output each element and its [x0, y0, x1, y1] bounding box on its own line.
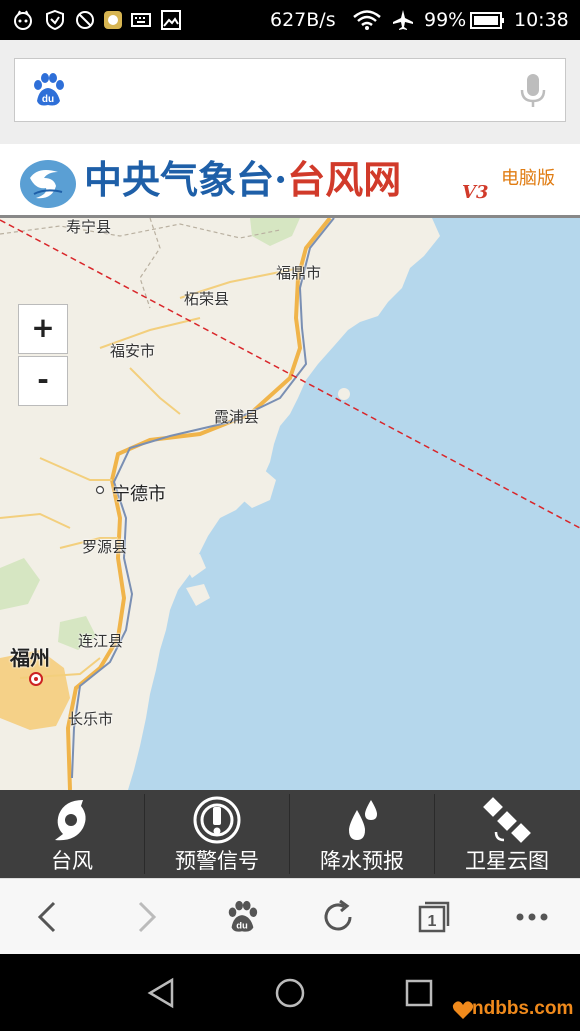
- baidu-home-button[interactable]: du: [204, 879, 280, 955]
- func-satellite-label: 卫星云图: [465, 849, 549, 873]
- zoom-out-button[interactable]: -: [18, 356, 68, 406]
- map-label-lianjiang: 连江县: [78, 632, 124, 650]
- baidu-home-icon: du: [228, 900, 258, 932]
- watermark: ndbbs.com: [452, 996, 574, 1026]
- map-label-shouning: 寿宁县: [66, 218, 112, 236]
- map-label-fuzhou: 福州: [10, 646, 50, 670]
- baidu-paw-icon[interactable]: du: [29, 71, 67, 109]
- site-title-main: 中央气象台·: [84, 157, 288, 202]
- heart-icon: [452, 1001, 474, 1019]
- wifi-icon: [353, 10, 381, 30]
- map-label-fuding: 福鼎市: [276, 264, 322, 282]
- map-canvas[interactable]: [0, 218, 580, 790]
- map-label-changle: 长乐市: [68, 710, 114, 728]
- svg-text:du: du: [42, 94, 54, 105]
- func-rain-button[interactable]: 降水预报: [290, 790, 434, 878]
- tabs-button[interactable]: 1: [396, 879, 472, 955]
- func-typhoon-button[interactable]: 台风: [0, 790, 144, 878]
- more-icon: [516, 913, 548, 921]
- typhoon-logo-icon: [20, 160, 76, 208]
- func-warning-label: 预警信号: [175, 849, 259, 873]
- typhoon-icon: [55, 800, 86, 841]
- site-header: 中央气象台·台风网 V3 电脑版: [0, 144, 580, 218]
- map-label-xiapu: 霞浦县: [214, 408, 260, 426]
- desktop-version-link[interactable]: 电脑版: [501, 164, 555, 190]
- func-warning-button[interactable]: 预警信号: [145, 790, 289, 878]
- search-input[interactable]: du: [14, 58, 566, 122]
- microphone-icon[interactable]: [519, 73, 547, 109]
- rain-drops-icon: [349, 800, 377, 840]
- more-button[interactable]: [494, 879, 570, 955]
- site-title-accent: 台风网: [287, 157, 402, 202]
- island: [338, 388, 350, 400]
- vpn-icon: [76, 11, 94, 29]
- watermark-text: ndbbs.com: [472, 998, 574, 1019]
- shield-icon: [46, 9, 64, 31]
- browser-search-bar: du: [0, 40, 580, 144]
- browser-toolbar: du 1: [0, 878, 580, 954]
- svg-text:du: du: [236, 920, 248, 931]
- map-label-fuan: 福安市: [110, 342, 156, 360]
- function-bar: 台风 预警信号 降水预报 卫星云图: [0, 790, 580, 878]
- net-speed: 627B/s: [270, 9, 336, 31]
- func-rain-label: 降水预报: [320, 849, 404, 873]
- battery-icon: [470, 12, 504, 29]
- image-icon: [161, 10, 181, 30]
- func-typhoon-label: 台风: [51, 849, 93, 873]
- notification-icon: [14, 10, 32, 30]
- refresh-icon: [324, 899, 352, 931]
- keyboard-icon: [131, 13, 151, 27]
- satellite-icon: [483, 797, 531, 843]
- site-version: V3: [462, 182, 489, 203]
- airplane-icon: [393, 10, 413, 30]
- map-label-luoyuan: 罗源县: [82, 538, 128, 556]
- forward-icon: [138, 901, 157, 933]
- system-nav-bar: ndbbs.com: [0, 954, 580, 1031]
- func-satellite-button[interactable]: 卫星云图: [435, 790, 579, 878]
- tab-count: 1: [428, 913, 437, 930]
- clock: 10:38: [514, 9, 569, 31]
- zoom-in-button[interactable]: +: [18, 304, 68, 354]
- map-label-ningde: 宁德市: [112, 484, 166, 505]
- refresh-button[interactable]: [300, 879, 376, 955]
- system-recents-icon[interactable]: [402, 976, 436, 1010]
- status-bar: 627B/s 99% 10:38: [0, 0, 580, 40]
- app-icon: [104, 11, 122, 29]
- back-icon: [37, 901, 56, 933]
- capital-marker-dot: [34, 677, 38, 681]
- site-title: 中央气象台·台风网: [84, 156, 401, 204]
- city-marker: [95, 485, 105, 495]
- system-home-icon[interactable]: [273, 976, 307, 1010]
- typhoon-map[interactable]: 寿宁县 福鼎市 柘荣县 福安市 霞浦县 宁德市 罗源县 连江县 福州 长乐市 +…: [0, 218, 580, 790]
- system-back-icon[interactable]: [144, 976, 178, 1010]
- back-button[interactable]: [10, 879, 86, 955]
- map-label-zherong: 柘荣县: [184, 290, 230, 308]
- battery-percent: 99%: [424, 9, 467, 31]
- forward-button[interactable]: [108, 879, 184, 955]
- tabs-icon: 1: [418, 901, 450, 933]
- warning-signal-icon: [193, 796, 241, 844]
